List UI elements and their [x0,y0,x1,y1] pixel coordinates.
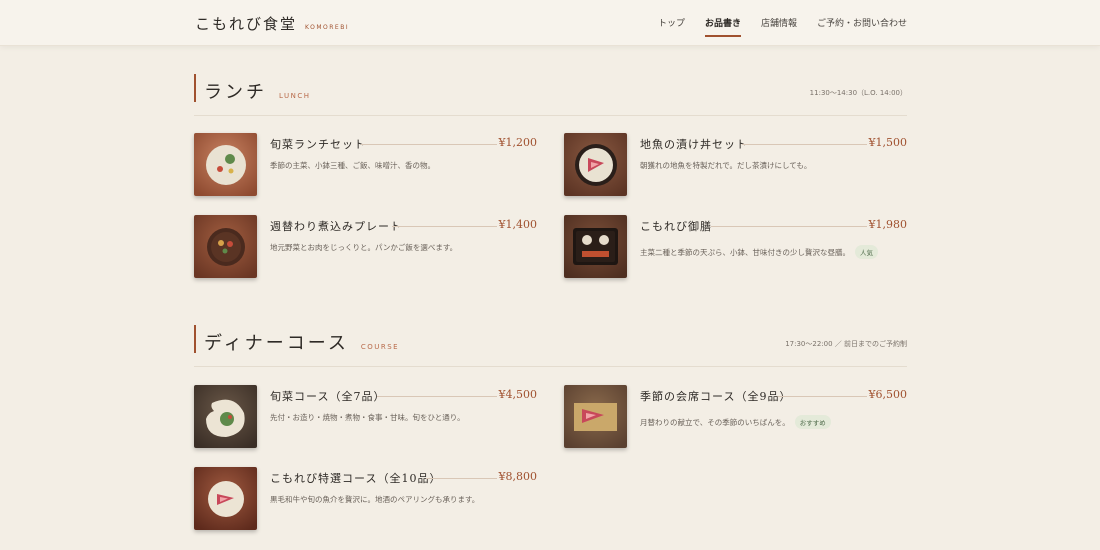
nav-item-top[interactable]: トップ [658,16,685,37]
lunch-subtitle: LUNCH [279,92,311,100]
logo-subtext: KOMOREBI [305,24,350,31]
dinner-section: ディナーコース COURSE 17:30〜22:00 ／ 前日までのご予約制 [194,325,907,367]
item-desc-row: 黒毛和牛や旬の魚介を贅沢に。地酒のペアリングも承ります。 [270,494,479,505]
item-name: 旬菜ランチセット [270,138,366,151]
leader-line [361,144,497,145]
item-description: 主菜二種と季節の天ぷら、小鉢、甘味付きの少し贅沢な昼膳。 [640,247,850,257]
lunch-title: ランチ [204,82,267,103]
item-price: ¥4,500 [498,388,538,401]
menu-item[interactable]: 季節の会席コース（全9品） ¥6,500 月替わりの献立で、その季節のいちばんを… [564,385,907,449]
item-price: ¥1,500 [868,136,908,149]
nav-item-reservation[interactable]: ご予約・お問い合わせ [817,16,907,37]
item-name: 週替わり煮込みプレート [270,220,402,233]
section-title: ディナーコース COURSE [204,329,399,355]
dinner-section-header: ディナーコース COURSE 17:30〜22:00 ／ 前日までのご予約制 [194,325,907,367]
leader-line [377,396,497,397]
recommended-badge: おすすめ [794,415,831,429]
item-desc-row: 朝獲れの地魚を特製だれで。だし茶漬けにしても。 [640,160,811,171]
logo[interactable]: こもれび食堂 KOMOREBI [195,13,349,34]
leader-line [742,144,867,145]
item-price: ¥1,980 [868,218,908,231]
main-nav: トップ お品書き 店舗情報 ご予約・お問い合わせ [658,16,907,37]
item-desc-row: 主菜二種と季節の天ぷら、小鉢、甘味付きの少し贅沢な昼膳。 人気 [640,245,878,259]
item-description: 先付・お造り・焼物・煮物・食事・甘味。旬をひと通り。 [270,413,465,422]
item-description: 地元野菜とお肉をじっくりと。パンかご飯を選べます。 [270,243,458,252]
menu-item[interactable]: 旬菜コース（全7品） ¥4,500 先付・お造り・焼物・煮物・食事・甘味。旬をひ… [194,385,537,449]
item-name: 旬菜コース（全7品） [270,390,386,403]
item-price: ¥1,200 [498,136,538,149]
leader-line [778,396,867,397]
item-price: ¥8,800 [498,470,538,483]
item-price: ¥1,400 [498,218,538,231]
dish-photo [194,385,257,448]
dish-photo [564,215,627,278]
dish-photo [194,133,257,196]
item-description: 黒毛和牛や旬の魚介を贅沢に。地酒のペアリングも承ります。 [270,495,480,504]
menu-item[interactable]: こもれび御膳 ¥1,980 主菜二種と季節の天ぷら、小鉢、甘味付きの少し贅沢な昼… [564,215,907,279]
item-price: ¥6,500 [868,388,908,401]
lunch-section-header: ランチ LUNCH 11:30〜14:30（L.O. 14:00） [194,74,907,116]
lunch-hours: 11:30〜14:30（L.O. 14:00） [809,89,907,97]
dinner-hours: 17:30〜22:00 ／ 前日までのご予約制 [785,340,907,348]
nav-item-menu[interactable]: お品書き [704,16,741,37]
item-desc-row: 季節の主菜、小鉢三種、ご飯、味噌汁、香の物。 [270,160,435,171]
menu-item[interactable]: 旬菜ランチセット ¥1,200 季節の主菜、小鉢三種、ご飯、味噌汁、香の物。 [194,133,537,197]
menu-item[interactable]: 週替わり煮込みプレート ¥1,400 地元野菜とお肉をじっくりと。パンかご飯を選… [194,215,537,279]
item-name: 季節の会席コース（全9品） [640,390,792,403]
section-accent-bar [194,325,196,353]
dinner-title: ディナーコース [204,333,349,354]
dish-photo [564,385,627,448]
logo-text: こもれび食堂 [195,15,298,33]
dish-photo [194,467,257,530]
item-name: こもれび特選コース（全10品） [270,472,442,485]
item-desc-row: 先付・お造り・焼物・煮物・食事・甘味。旬をひと通り。 [270,412,465,423]
lunch-section: ランチ LUNCH 11:30〜14:30（L.O. 14:00） [194,74,907,116]
leader-line [426,478,497,479]
dish-photo [564,133,627,196]
dinner-subtitle: COURSE [360,343,400,351]
popular-badge: 人気 [855,245,878,259]
leader-line [711,226,867,227]
site-header: こもれび食堂 KOMOREBI トップ お品書き 店舗情報 ご予約・お問い合わせ [0,0,1100,46]
menu-item[interactable]: こもれび特選コース（全10品） ¥8,800 黒毛和牛や旬の魚介を贅沢に。地酒の… [194,467,537,531]
section-accent-bar [194,74,196,102]
menu-item[interactable]: 地魚の漬け丼セット ¥1,500 朝獲れの地魚を特製だれで。だし茶漬けにしても。 [564,133,907,197]
item-description: 朝獲れの地魚を特製だれで。だし茶漬けにしても。 [640,161,812,170]
item-desc-row: 地元野菜とお肉をじっくりと。パンかご飯を選べます。 [270,242,457,253]
dish-photo [194,215,257,278]
item-description: 月替わりの献立で、その季節のいちばんを。 [640,417,790,427]
section-title: ランチ LUNCH [204,78,311,104]
item-name: こもれび御膳 [640,220,712,233]
leader-line [392,226,497,227]
item-name: 地魚の漬け丼セット [640,138,748,151]
item-description: 季節の主菜、小鉢三種、ご飯、味噌汁、香の物。 [270,161,435,170]
nav-item-store-info[interactable]: 店舗情報 [761,16,797,37]
item-desc-row: 月替わりの献立で、その季節のいちばんを。 おすすめ [640,415,831,429]
